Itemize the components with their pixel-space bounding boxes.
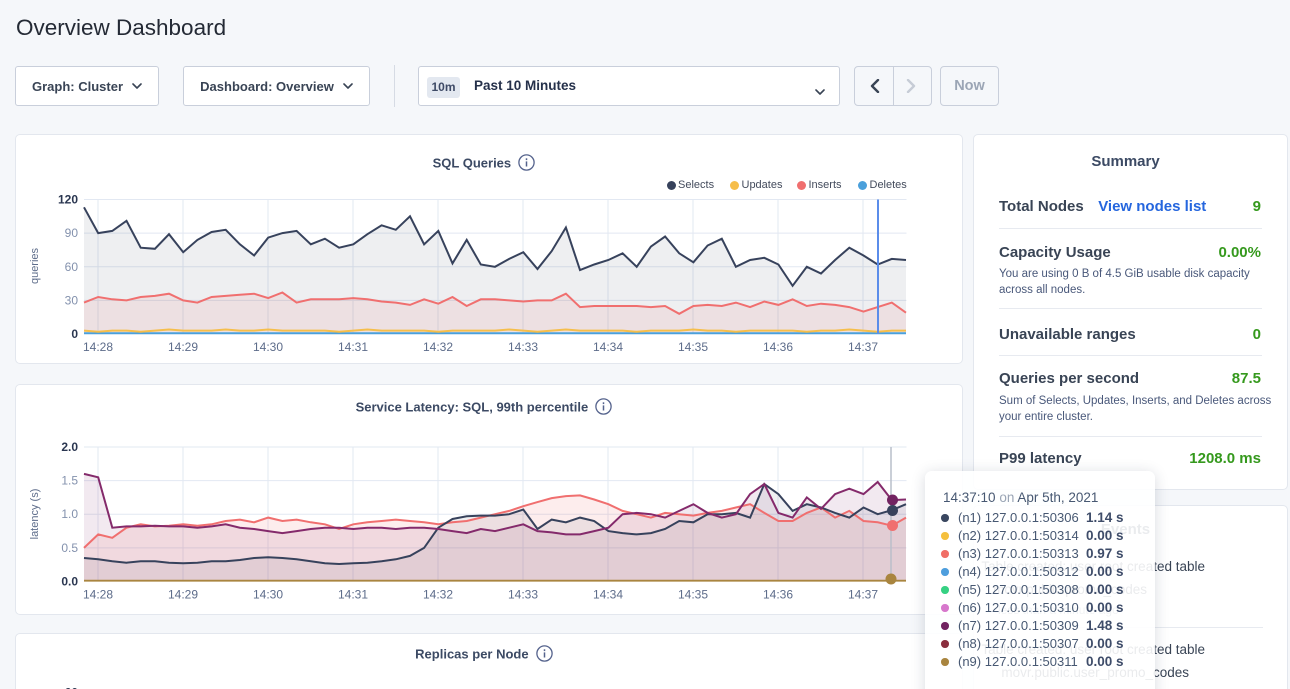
svg-text:120: 120 bbox=[58, 193, 78, 207]
svg-text:14:30: 14:30 bbox=[253, 588, 283, 602]
svg-text:14:33: 14:33 bbox=[508, 588, 538, 602]
svg-text:14:30: 14:30 bbox=[253, 340, 283, 354]
svg-text:1.5: 1.5 bbox=[61, 474, 78, 488]
svg-text:0: 0 bbox=[71, 327, 78, 341]
svg-text:14:37: 14:37 bbox=[848, 588, 878, 602]
svg-text:0.5: 0.5 bbox=[61, 541, 78, 555]
svg-text:14:36: 14:36 bbox=[763, 588, 793, 602]
svg-text:2.0: 2.0 bbox=[61, 440, 78, 454]
svg-text:14:35: 14:35 bbox=[678, 588, 708, 602]
svg-text:14:32: 14:32 bbox=[423, 340, 453, 354]
svg-text:1.0: 1.0 bbox=[61, 507, 78, 521]
svg-text:14:29: 14:29 bbox=[168, 340, 198, 354]
svg-text:14:29: 14:29 bbox=[168, 588, 198, 602]
svg-text:14:37: 14:37 bbox=[848, 340, 878, 354]
svg-text:14:34: 14:34 bbox=[593, 588, 623, 602]
svg-text:14:31: 14:31 bbox=[338, 588, 368, 602]
svg-text:0.0: 0.0 bbox=[61, 575, 78, 589]
svg-text:queries: queries bbox=[29, 247, 41, 284]
svg-text:30: 30 bbox=[65, 293, 79, 307]
svg-text:14:28: 14:28 bbox=[83, 588, 113, 602]
svg-text:14:28: 14:28 bbox=[83, 340, 113, 354]
svg-text:14:32: 14:32 bbox=[423, 588, 453, 602]
svg-text:90: 90 bbox=[65, 226, 79, 240]
svg-text:14:33: 14:33 bbox=[508, 340, 538, 354]
svg-text:14:35: 14:35 bbox=[678, 340, 708, 354]
svg-text:14:31: 14:31 bbox=[338, 340, 368, 354]
svg-text:14:36: 14:36 bbox=[763, 340, 793, 354]
svg-text:14:34: 14:34 bbox=[593, 340, 623, 354]
svg-text:latency (s): latency (s) bbox=[29, 489, 41, 540]
svg-text:60: 60 bbox=[65, 260, 79, 274]
